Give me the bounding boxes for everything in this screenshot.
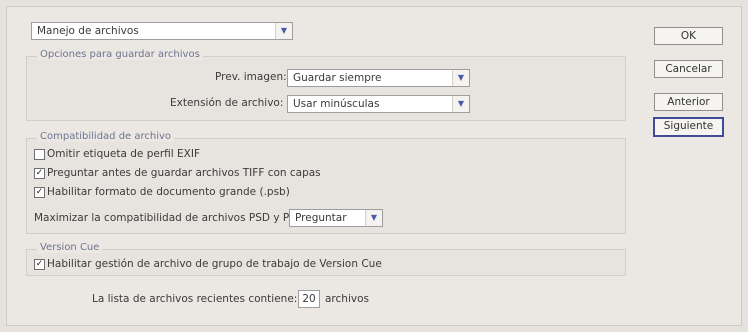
ask-tiff-layers-label: Preguntar antes de guardar archivos TIFF… [47,167,321,179]
recent-files-suffix: archivos [325,293,369,305]
preference-section-value: Manejo de archivos [37,25,139,37]
recent-files-label: La lista de archivos recientes contiene: [92,293,298,305]
recent-files-count-input[interactable]: 20 [298,290,320,308]
next-button[interactable]: Siguiente [653,117,724,137]
chevron-down-icon: ▼ [452,70,469,86]
ask-tiff-layers-checkbox[interactable]: ✓ [34,168,45,179]
image-preview-select[interactable]: Guardar siempre ▼ [287,69,470,87]
version-cue-legend: Version Cue [37,242,103,253]
ok-button[interactable]: OK [654,27,723,45]
save-options-legend: Opciones para guardar archivos [37,49,203,60]
cancel-button[interactable]: Cancelar [654,60,723,78]
file-extension-select[interactable]: Usar minúsculas ▼ [287,95,470,113]
chevron-down-icon: ▼ [275,23,292,39]
checkmark-icon: ✓ [35,187,44,197]
version-cue-label: Habilitar gestión de archivo de grupo de… [47,258,382,270]
checkmark-icon: ✓ [35,259,44,269]
maximize-compatibility-select[interactable]: Preguntar ▼ [289,209,383,227]
large-document-format-label: Habilitar formato de documento grande (.… [47,186,290,198]
omit-exif-label: Omitir etiqueta de perfil EXIF [47,148,200,160]
chevron-down-icon: ▼ [365,210,382,226]
image-preview-label: Prev. imagen: [215,71,287,83]
image-preview-value: Guardar siempre [293,72,382,84]
preference-section-select[interactable]: Manejo de archivos ▼ [31,22,293,40]
large-document-format-checkbox[interactable]: ✓ [34,187,45,198]
checkmark-icon: ✓ [35,168,44,178]
file-extension-value: Usar minúsculas [293,98,380,110]
maximize-compatibility-label: Maximizar la compatibilidad de archivos … [34,212,307,224]
file-compatibility-legend: Compatibilidad de archivo [37,131,175,142]
previous-button[interactable]: Anterior [654,93,723,111]
maximize-compatibility-value: Preguntar [295,212,347,224]
file-extension-label: Extensión de archivo: [170,97,284,109]
version-cue-checkbox[interactable]: ✓ [34,259,45,270]
omit-exif-checkbox[interactable] [34,149,45,160]
chevron-down-icon: ▼ [452,96,469,112]
